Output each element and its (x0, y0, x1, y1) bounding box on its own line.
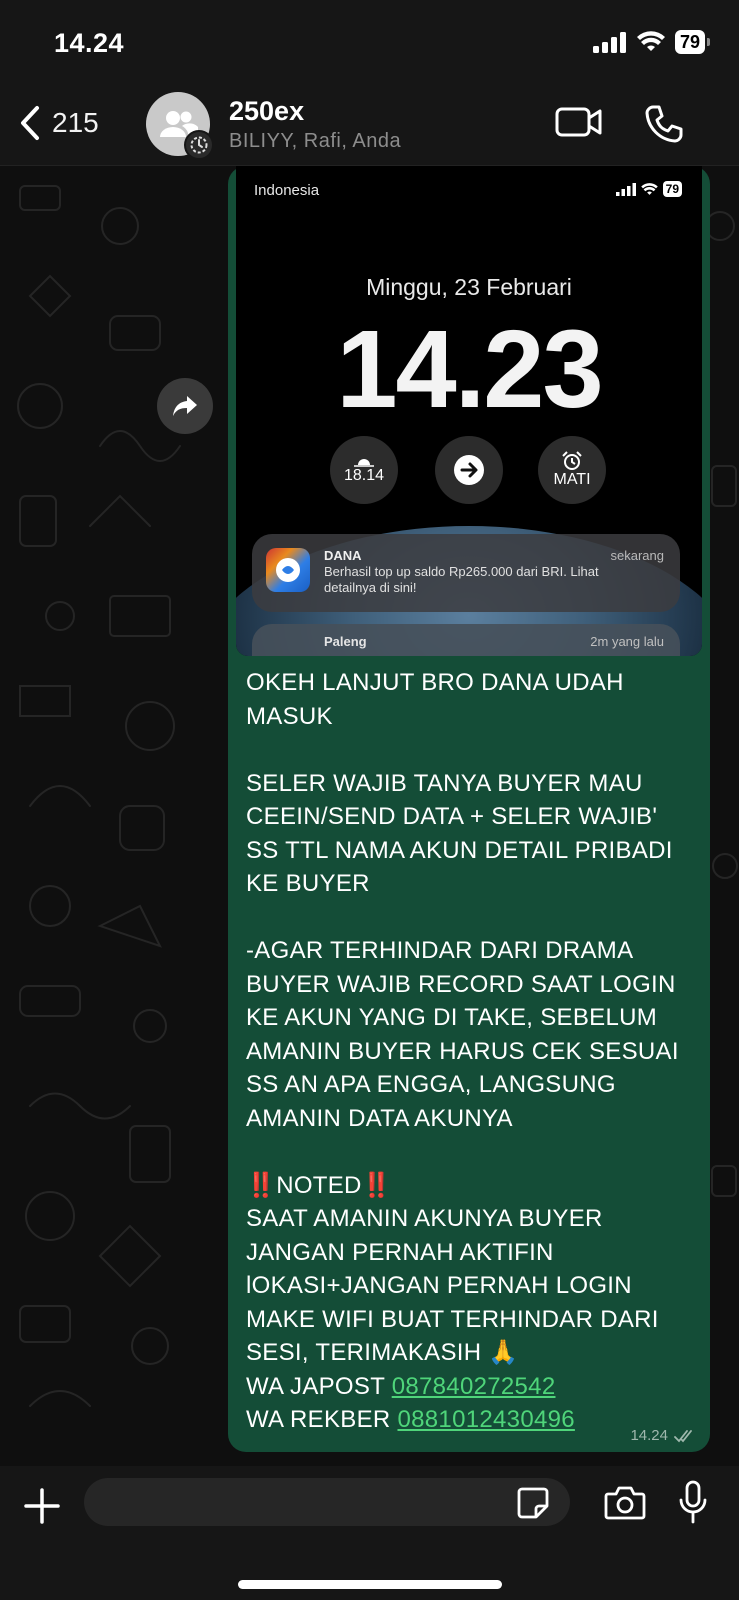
dana-logo-icon (276, 558, 300, 582)
shortcut-widget (435, 436, 503, 504)
unread-count: 215 (52, 107, 99, 138)
rekber-label: WA REKBER (246, 1406, 398, 1433)
disappearing-messages-badge (184, 130, 214, 160)
wifi-icon (640, 182, 658, 195)
attached-screenshot[interactable]: Indonesia 79 Minggu, 23 Februari 14.23 1… (236, 166, 702, 656)
notification-body: Berhasil top up saldo Rp265.000 dari BRI… (324, 564, 599, 595)
sunset-widget: 18.14 (330, 436, 398, 504)
chat-area[interactable]: Indonesia 79 Minggu, 23 Februari 14.23 1… (0, 166, 739, 1466)
timer-icon (190, 136, 208, 154)
japost-label: WA JAPOST (246, 1372, 392, 1400)
double-check-icon (674, 1429, 692, 1442)
sunset-time: 18.14 (343, 467, 385, 484)
signal-icon (592, 32, 626, 53)
message-paragraph-2: SELER WAJIB TANYA BUYER MAU CEEIN/SEND D… (246, 769, 673, 898)
wifi-icon (636, 31, 665, 51)
chat-header: 215 250ex BILIYY, Rafi, Anda (0, 86, 739, 166)
message-time: 14.24 (630, 1427, 668, 1444)
lockscreen-time: 14.23 (336, 308, 603, 431)
battery-indicator: 79 (674, 30, 711, 54)
status-time: 14.24 (54, 28, 125, 58)
arrow-right-icon (454, 455, 484, 485)
video-call-button[interactable] (555, 104, 603, 145)
message-paragraph-4: SAAT AMANIN AKUNYA BUYER JANGAN PERNAH A… (246, 1205, 659, 1366)
share-arrow-icon (173, 396, 197, 416)
notification-time: sekarang (610, 548, 664, 563)
sticker-icon (517, 1487, 549, 1519)
group-name[interactable]: 250ex (229, 96, 304, 127)
alarm-clock-icon (562, 451, 582, 470)
lockscreen-date: Minggu, 23 Februari (366, 274, 572, 300)
microphone-button[interactable] (678, 1480, 708, 1529)
screenshot-status: 79 (615, 181, 682, 197)
double-exclamation-emoji: ‼️ (361, 1171, 392, 1199)
status-bar: 14.24 79 (0, 0, 739, 86)
camera-button[interactable] (604, 1484, 646, 1525)
message-meta: 14.24 (630, 1427, 696, 1444)
japost-phone-link[interactable]: 087840272542 (392, 1373, 556, 1400)
sunset-icon (354, 459, 374, 467)
notification2-app: Paleng (324, 634, 367, 649)
alarm-status: MATI (553, 471, 591, 488)
forward-button[interactable] (157, 378, 213, 434)
phone-icon (645, 105, 683, 143)
message-paragraph-1: OKEH LANJUT BRO DANA UDAH MASUK (246, 669, 624, 730)
group-avatar[interactable] (146, 92, 214, 160)
input-bar (0, 1466, 739, 1600)
camera-icon (604, 1486, 646, 1520)
double-exclamation-emoji: ‼️ (246, 1171, 277, 1199)
dana-notification: DANA sekarang Berhasil top up saldo Rp26… (252, 534, 680, 612)
plus-icon (24, 1488, 60, 1524)
screenshot-battery: 79 (662, 181, 682, 197)
rekber-phone-link[interactable]: 0881012430496 (397, 1406, 574, 1433)
notification2-time: 2m yang lalu (590, 634, 664, 649)
signal-icon (615, 182, 636, 196)
screenshot-carrier: Indonesia (254, 182, 320, 199)
video-camera-icon (555, 107, 602, 137)
attach-button[interactable] (22, 1486, 62, 1531)
message-paragraph-3: -AGAR TERHINDAR DARI DRAMA BUYER WAJIB R… (246, 937, 679, 1132)
message-input[interactable] (84, 1478, 570, 1526)
group-members[interactable]: BILIYY, Rafi, Anda (229, 130, 401, 153)
message-text: OKEH LANJUT BRO DANA UDAH MASUK SELER WA… (246, 666, 696, 1437)
home-indicator (238, 1580, 502, 1589)
microphone-icon (679, 1480, 707, 1524)
notification-app: DANA (324, 548, 362, 563)
message-bubble[interactable]: Indonesia 79 Minggu, 23 Februari 14.23 1… (228, 166, 710, 1452)
noted-label: NOTED (276, 1171, 362, 1199)
voice-call-button[interactable] (644, 104, 684, 149)
alarm-widget: MATI (538, 436, 606, 504)
status-indicators: 79 (592, 30, 711, 54)
dana-app-icon (266, 548, 310, 592)
second-notification: Paleng 2m yang lalu (252, 624, 680, 656)
chevron-left-icon (21, 106, 39, 140)
sticker-button[interactable] (516, 1486, 550, 1525)
back-button[interactable]: 215 (18, 104, 99, 142)
